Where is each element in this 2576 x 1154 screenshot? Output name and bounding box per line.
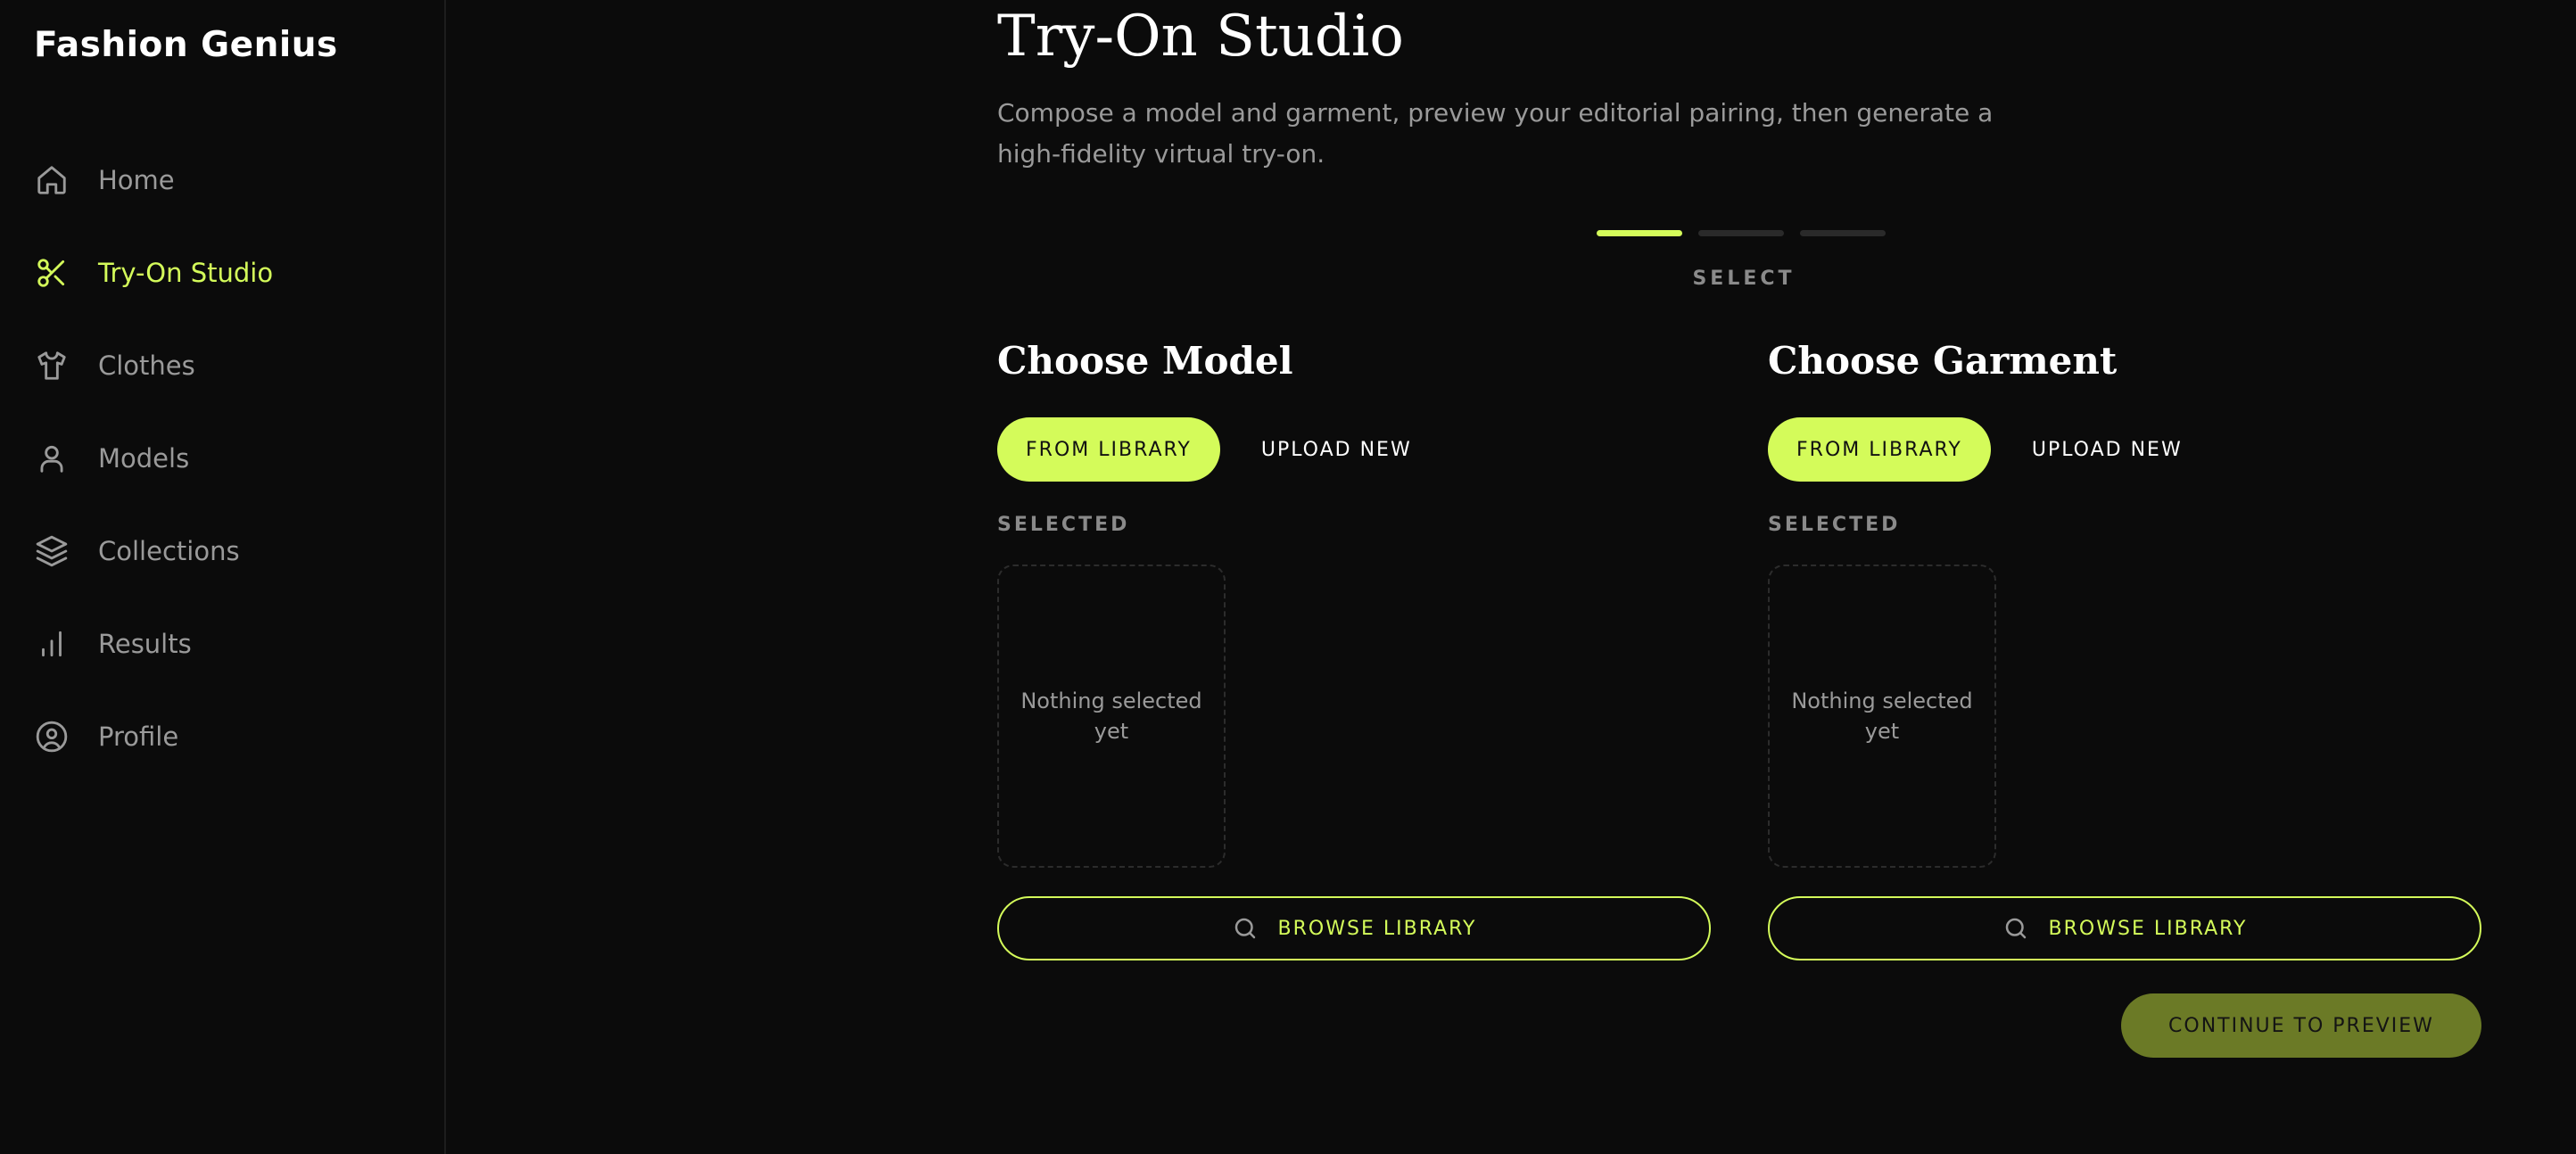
shirt-icon — [34, 348, 70, 383]
model-source-tabs: FROM LIBRARY UPLOAD NEW — [997, 417, 1711, 482]
bar-chart-icon — [34, 626, 70, 662]
home-icon — [34, 162, 70, 198]
search-icon — [1232, 915, 1259, 942]
continue-to-preview-button[interactable]: CONTINUE TO PREVIEW — [2121, 993, 2481, 1058]
sidebar-item-label: Try-On Studio — [98, 258, 274, 288]
sidebar-item-models[interactable]: Models — [34, 432, 409, 485]
model-browse-library-button[interactable]: BROWSE LIBRARY — [997, 896, 1711, 960]
garment-browse-library-button[interactable]: BROWSE LIBRARY — [1768, 896, 2481, 960]
step-indicator-3 — [1800, 230, 1886, 236]
sidebar-item-label: Results — [98, 629, 192, 659]
brand-logo[interactable]: Fashion Genius — [34, 25, 338, 65]
choose-model-panel: Choose Model FROM LIBRARY UPLOAD NEW SEL… — [997, 339, 1711, 960]
browse-label: BROWSE LIBRARY — [2048, 917, 2248, 940]
sidebar-item-label: Profile — [98, 721, 179, 752]
sidebar-item-label: Clothes — [98, 350, 195, 381]
selected-label: SELECTED — [997, 514, 1130, 536]
sidebar-item-profile[interactable]: Profile — [34, 710, 409, 763]
sidebar-item-home[interactable]: Home — [34, 153, 409, 207]
step-progress — [1597, 230, 1886, 236]
step-indicator-1 — [1597, 230, 1682, 236]
sidebar-item-label: Home — [98, 165, 175, 195]
panel-title: Choose Model — [997, 339, 1293, 383]
search-icon — [2002, 915, 2029, 942]
garment-upload-new-tab[interactable]: UPLOAD NEW — [2003, 417, 2211, 482]
garment-from-library-tab[interactable]: FROM LIBRARY — [1768, 417, 1991, 482]
browse-label: BROWSE LIBRARY — [1277, 917, 1477, 940]
scissors-icon — [34, 255, 70, 291]
user-circle-icon — [34, 719, 70, 754]
main-content: Try-On Studio Compose a model and garmen… — [446, 0, 2576, 1154]
sidebar-item-label: Models — [98, 443, 190, 474]
step-label: SELECT — [1692, 268, 1796, 290]
page-title: Try-On Studio — [997, 4, 1404, 70]
sidebar: Fashion Genius Home Try-On Studio Clothe… — [0, 0, 446, 1154]
model-selection-slot[interactable]: Nothing selected yet — [997, 565, 1226, 868]
sidebar-nav: Home Try-On Studio Clothes Models Collec… — [34, 153, 409, 803]
sidebar-item-try-on-studio[interactable]: Try-On Studio — [34, 246, 409, 300]
user-icon — [34, 441, 70, 476]
page-subtitle: Compose a model and garment, preview you… — [997, 98, 1994, 169]
model-upload-new-tab[interactable]: UPLOAD NEW — [1233, 417, 1441, 482]
model-from-library-tab[interactable]: FROM LIBRARY — [997, 417, 1220, 482]
panel-title: Choose Garment — [1768, 339, 2118, 383]
choose-garment-panel: Choose Garment FROM LIBRARY UPLOAD NEW S… — [1768, 339, 2481, 960]
layers-icon — [34, 533, 70, 569]
sidebar-item-results[interactable]: Results — [34, 617, 409, 671]
step-indicator-2 — [1698, 230, 1784, 236]
sidebar-item-label: Collections — [98, 536, 240, 566]
sidebar-item-clothes[interactable]: Clothes — [34, 339, 409, 392]
garment-selection-slot[interactable]: Nothing selected yet — [1768, 565, 1996, 868]
empty-state-text: Nothing selected yet — [1020, 688, 1202, 744]
garment-source-tabs: FROM LIBRARY UPLOAD NEW — [1768, 417, 2481, 482]
sidebar-item-collections[interactable]: Collections — [34, 524, 409, 578]
app-window: Fashion Genius Home Try-On Studio Clothe… — [0, 0, 2576, 1154]
selected-label: SELECTED — [1768, 514, 1901, 536]
empty-state-text: Nothing selected yet — [1791, 688, 1973, 744]
